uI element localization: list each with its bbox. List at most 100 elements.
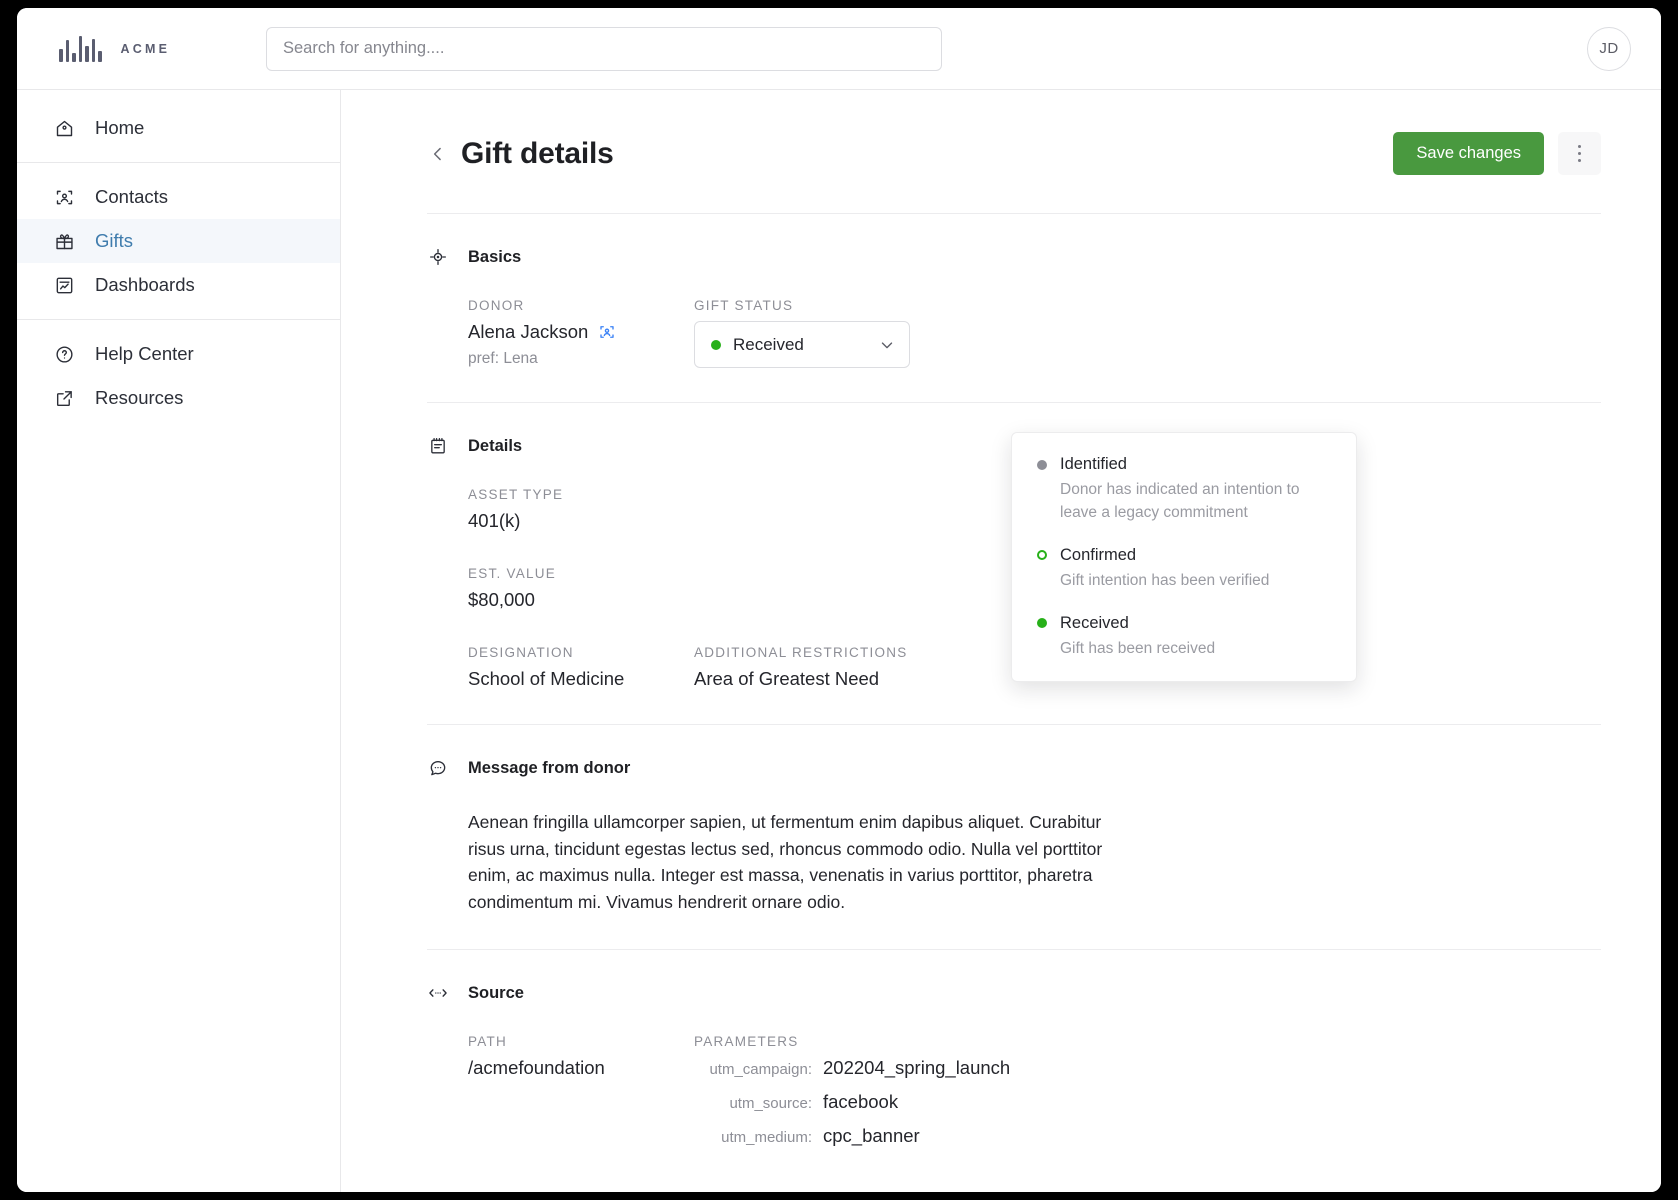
field-est-value: EST. VALUE $80,000: [468, 566, 694, 611]
option-label: Identified: [1060, 455, 1127, 473]
sidebar-item-label: Gifts: [95, 230, 134, 251]
status-dot-icon: [1037, 618, 1047, 629]
option-label: Received: [1060, 613, 1129, 632]
sidebar-group-records: Contacts Gifts Dashboards: [17, 162, 340, 319]
donor-message-text: Aenean fringilla ullamcorper sapien, ut …: [468, 812, 1103, 912]
option-header: Identified: [1037, 455, 1330, 474]
option-description: Gift has been received: [1060, 639, 1216, 657]
field-label: GIFT STATUS: [694, 298, 794, 313]
kebab-dot: [1577, 144, 1582, 149]
field-label: PATH: [468, 1034, 508, 1050]
sidebar-item-resources[interactable]: Resources: [17, 376, 340, 420]
status-option-received[interactable]: Received Gift has been received: [1012, 614, 1356, 661]
section-title: Source: [468, 983, 524, 1002]
field-donor: DONOR Alena Jackson pref: Lena: [468, 298, 694, 368]
option-description: Donor has indicated an intention to leav…: [1060, 481, 1300, 521]
sidebar-item-home[interactable]: Home: [17, 106, 340, 150]
home-icon: [53, 117, 75, 139]
avatar[interactable]: JD: [1587, 26, 1631, 71]
donor-preferred-name: pref: Lena: [468, 350, 538, 367]
clipboard-icon: [427, 435, 449, 457]
source-fields: PATH /acmefoundation PARAMETERS utm_camp…: [427, 1034, 1601, 1159]
section-header: Basics: [427, 246, 1601, 268]
speech-bubble-icon: [427, 757, 449, 779]
option-header: Confirmed: [1037, 546, 1330, 565]
sidebar-item-label: Help Center: [95, 343, 194, 364]
parameter-list: utm_campaign: 202204_spring_launch utm_s…: [694, 1057, 1024, 1147]
section-title: Message from donor: [468, 758, 631, 777]
section-header: Message from donor: [427, 757, 1601, 779]
field-value: /acmefoundation: [468, 1057, 605, 1079]
section-source: Source PATH /acmefoundation PARAMETERS u…: [427, 950, 1601, 1192]
field-value: 401(k): [468, 510, 521, 531]
field-label: EST. VALUE: [468, 566, 557, 581]
question-circle-icon: [53, 343, 75, 365]
gift-status-dropdown[interactable]: Identified Donor has indicated an intent…: [1011, 432, 1357, 682]
section-header: Source: [427, 982, 1601, 1004]
kebab-dot: [1577, 151, 1582, 156]
sidebar-item-label: Home: [95, 117, 145, 138]
field-asset-type: ASSET TYPE 401(k): [468, 487, 694, 532]
field-parameters: PARAMETERS utm_campaign: 202204_spring_l…: [694, 1034, 1024, 1159]
page-title: Gift details: [461, 136, 614, 170]
parameter-value: facebook: [823, 1091, 899, 1113]
field-value: School of Medicine: [468, 668, 625, 689]
parameter-key: utm_campaign:: [709, 1061, 812, 1079]
top-bar: ACME JD: [17, 8, 1661, 90]
status-dot-icon: [711, 339, 721, 350]
option-header: Received: [1037, 614, 1330, 633]
section-basics: Basics DONOR Alena Jackson pref: Lena GI…: [427, 214, 1601, 403]
status-option-confirmed[interactable]: Confirmed Gift intention has been verifi…: [1012, 546, 1356, 593]
brand-logo[interactable]: ACME: [59, 35, 211, 62]
gift-status-select[interactable]: Received: [694, 321, 910, 368]
sidebar-item-label: Dashboards: [95, 274, 195, 295]
kebab-dot: [1577, 158, 1582, 163]
status-option-identified[interactable]: Identified Donor has indicated an intent…: [1012, 455, 1356, 525]
field-additional-restrictions: ADDITIONAL RESTRICTIONS Area of Greatest…: [694, 645, 1024, 690]
app-window: ACME JD Home: [17, 8, 1661, 1192]
field-designation: DESIGNATION School of Medicine: [468, 645, 694, 690]
contact-card-icon[interactable]: [598, 323, 616, 341]
parameter-row: utm_medium: cpc_banner: [694, 1125, 1024, 1147]
section-message-from-donor: Message from donor Aenean fringilla ulla…: [427, 725, 1601, 951]
sidebar-item-label: Resources: [95, 387, 184, 408]
gift-icon: [53, 230, 75, 252]
donor-name: Alena Jackson: [468, 321, 589, 342]
avatar-initials: JD: [1599, 40, 1619, 57]
field-label: ADDITIONAL RESTRICTIONS: [694, 645, 908, 660]
field-label: DESIGNATION: [468, 645, 574, 660]
chevron-down-icon: [878, 336, 896, 354]
sidebar-item-contacts[interactable]: Contacts: [17, 175, 340, 219]
parameter-key: utm_medium:: [721, 1129, 812, 1147]
search-input[interactable]: [266, 26, 942, 71]
more-vertical-icon[interactable]: [1558, 132, 1601, 175]
sidebar-item-dashboards[interactable]: Dashboards: [17, 263, 340, 307]
donor-value-row: Alena Jackson: [468, 321, 694, 343]
section-title: Details: [468, 436, 523, 455]
sidebar: Home Contacts Gifts Dashboards Help Cent…: [17, 90, 341, 1192]
field-label: DONOR: [468, 298, 525, 313]
parameter-row: utm_campaign: 202204_spring_launch: [694, 1057, 1024, 1079]
sidebar-group-main: Home: [17, 94, 340, 162]
gift-status-value: Received: [733, 334, 804, 354]
option-description: Gift intention has been verified: [1060, 571, 1270, 589]
sidebar-group-support: Help Center Resources: [17, 319, 340, 432]
chevron-left-icon[interactable]: [427, 143, 449, 165]
save-changes-button[interactable]: Save changes: [1393, 132, 1544, 175]
parameter-row: utm_source: facebook: [694, 1091, 1024, 1113]
sidebar-item-gifts[interactable]: Gifts: [17, 219, 340, 263]
basics-fields: DONOR Alena Jackson pref: Lena GIFT STAT…: [427, 298, 1601, 368]
field-spacer: [694, 487, 1024, 532]
field-gift-status: GIFT STATUS Received: [694, 298, 1024, 368]
main-content: Gift details Save changes Basics DONOR A…: [341, 90, 1661, 1192]
section-title: Basics: [468, 247, 522, 266]
field-value: Area of Greatest Need: [694, 668, 880, 689]
field-label: PARAMETERS: [694, 1034, 799, 1050]
external-link-icon: [53, 387, 75, 409]
field-path: PATH /acmefoundation: [468, 1034, 694, 1159]
field-label: ASSET TYPE: [468, 487, 564, 502]
parameter-key: utm_source:: [729, 1095, 812, 1113]
sidebar-item-help-center[interactable]: Help Center: [17, 332, 340, 376]
sidebar-item-label: Contacts: [95, 186, 169, 207]
brand-name: ACME: [120, 41, 171, 56]
